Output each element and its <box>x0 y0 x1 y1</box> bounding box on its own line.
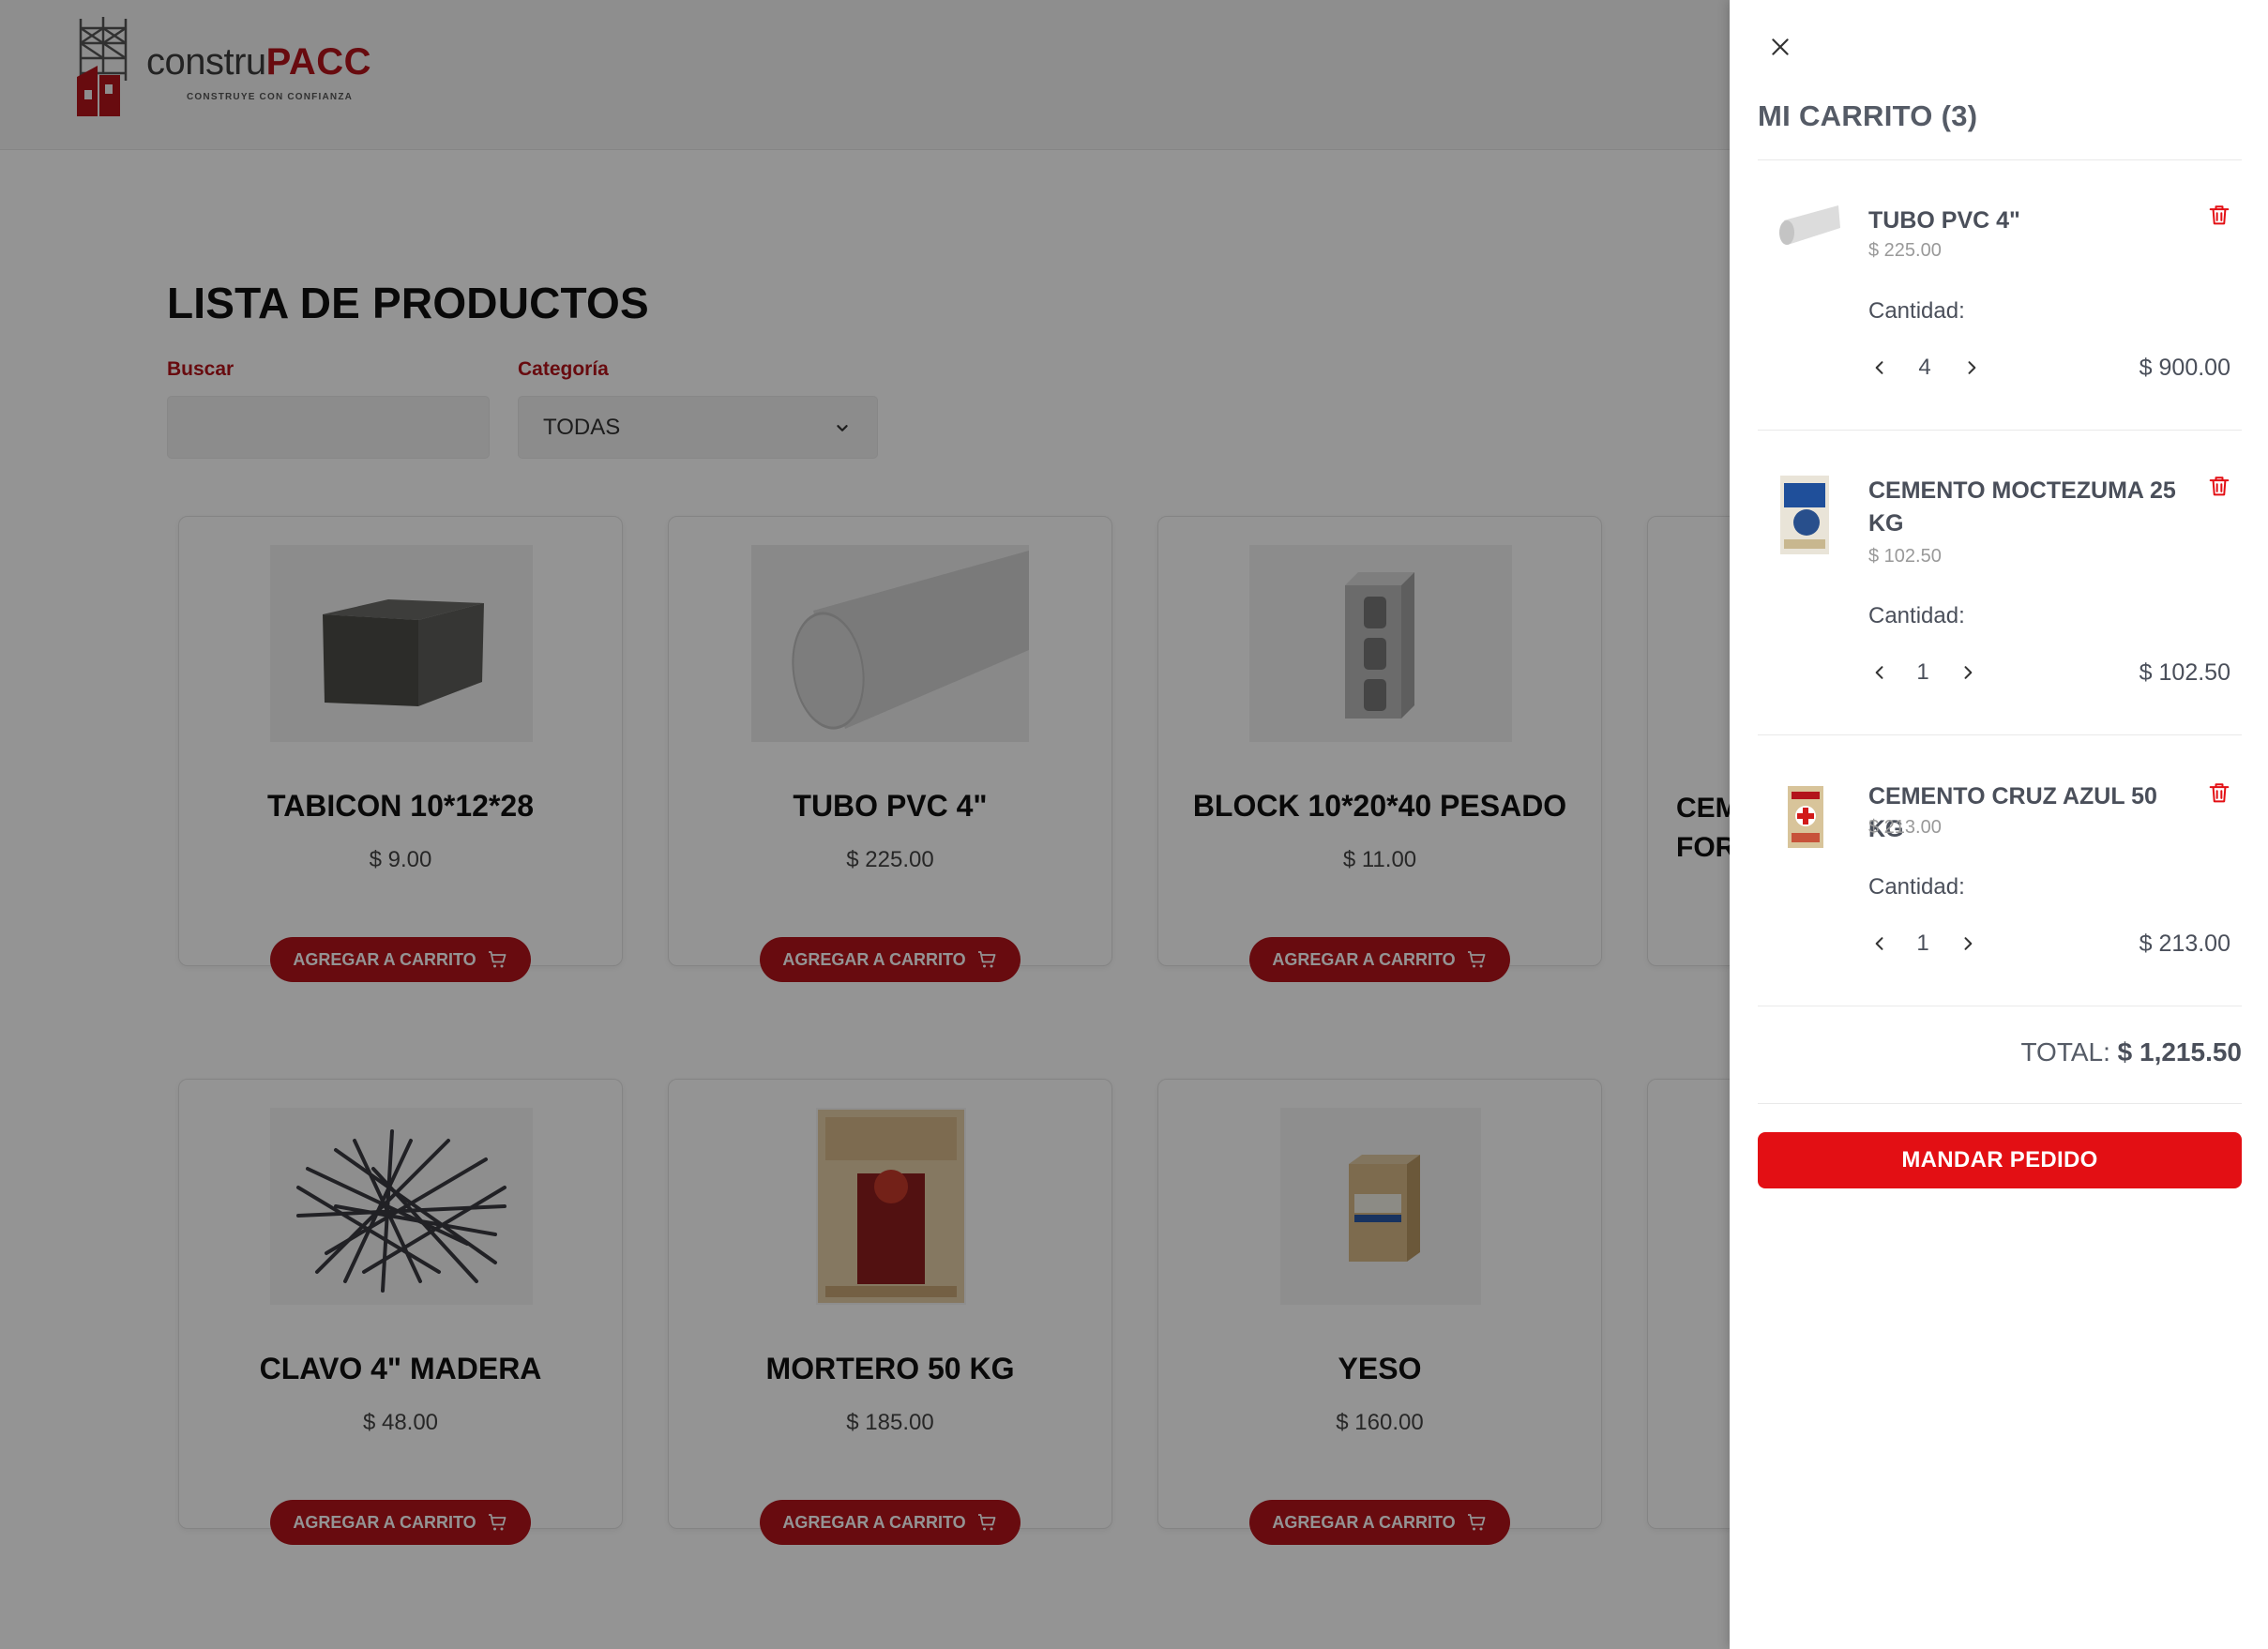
chevron-right-icon <box>1964 666 1973 679</box>
cart-item-subtotal: $ 213.00 <box>2139 930 2230 957</box>
chevron-right-icon <box>1964 937 1973 950</box>
trash-icon[interactable] <box>2206 472 2232 500</box>
increase-quantity-button[interactable] <box>1957 661 1979 684</box>
chevron-right-icon <box>1968 361 1976 374</box>
cart-total: TOTAL: $ 1,215.50 <box>2020 1037 2242 1067</box>
quantity-label: Cantidad: <box>1868 603 1965 628</box>
chevron-left-icon <box>1875 937 1883 950</box>
cement-bag-cruz-azul-icon <box>1788 786 1823 848</box>
cart-item-unit-price: $ 225.00 <box>1868 240 1942 261</box>
close-cart-button[interactable] <box>1765 32 1795 62</box>
decrease-quantity-button[interactable] <box>1868 356 1891 379</box>
modal-backdrop[interactable] <box>0 0 1730 1649</box>
cart-item-image <box>1771 192 1846 267</box>
trash-icon[interactable] <box>2206 779 2232 807</box>
cart-item-subtotal: $ 102.50 <box>2139 659 2230 686</box>
divider <box>1758 734 2242 735</box>
cement-bag-moctezuma-icon <box>1780 476 1829 554</box>
divider <box>1758 159 2242 160</box>
cart-item-unit-price: $ 213.00 <box>1868 817 1942 838</box>
total-label: TOTAL: <box>2020 1037 2110 1067</box>
cart-item-name: TUBO PVC 4" <box>1868 207 2020 234</box>
cart-item-name: CEMENTO MOCTEZUMA 25 KG <box>1868 477 2176 537</box>
decrease-quantity-button[interactable] <box>1868 932 1891 955</box>
cart-item-image <box>1765 779 1840 854</box>
decrease-quantity-button[interactable] <box>1868 661 1891 684</box>
cart-item-unit-price: $ 102.50 <box>1868 546 1942 567</box>
total-value: $ 1,215.50 <box>2117 1037 2242 1067</box>
trash-icon[interactable] <box>2206 201 2232 229</box>
quantity-value: 4 <box>1918 355 1931 380</box>
quantity-label: Cantidad: <box>1868 874 1965 900</box>
cart-title: MI CARRITO (3) <box>1758 99 1978 132</box>
send-order-button[interactable]: MANDAR PEDIDO <box>1758 1132 2242 1188</box>
chevron-left-icon <box>1875 361 1883 374</box>
divider <box>1758 430 2242 431</box>
pvc-pipe-icon <box>1779 205 1840 245</box>
close-icon <box>1772 38 1789 55</box>
divider <box>1758 1103 2242 1104</box>
cart-item-image <box>1765 476 1840 554</box>
cart-item-subtotal: $ 900.00 <box>2139 355 2230 381</box>
quantity-label: Cantidad: <box>1868 298 1965 324</box>
increase-quantity-button[interactable] <box>1960 356 1983 379</box>
quantity-value: 1 <box>1916 659 1929 685</box>
quantity-value: 1 <box>1916 930 1929 956</box>
chevron-left-icon <box>1875 666 1883 679</box>
increase-quantity-button[interactable] <box>1957 932 1979 955</box>
